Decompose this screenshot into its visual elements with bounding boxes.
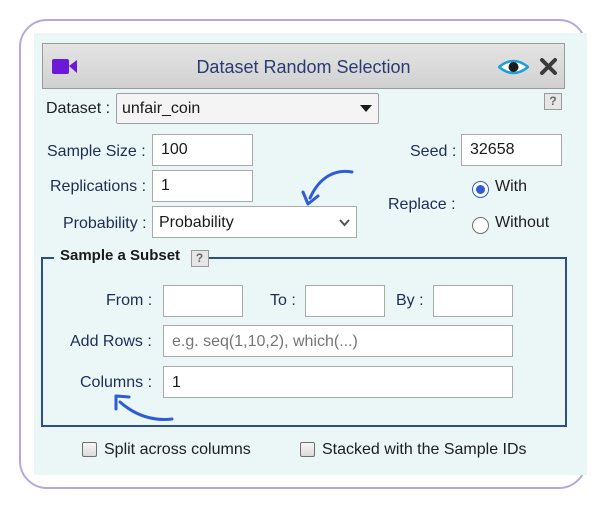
seed-label: Seed : <box>410 143 457 160</box>
by-label: By : <box>396 292 424 309</box>
probability-select[interactable]: Probability <box>152 206 357 238</box>
from-label: From : <box>106 292 153 309</box>
replications-input[interactable]: 1 <box>152 170 253 202</box>
add-rows-label: Add Rows : <box>70 333 152 350</box>
replications-label: Replications : <box>50 178 147 195</box>
replace-label: Replace : <box>388 196 456 213</box>
from-input[interactable] <box>163 285 243 317</box>
subset-legend-text: Sample a Subset <box>60 247 181 264</box>
stacked-ids-label: Stacked with the Sample IDs <box>322 441 527 458</box>
replace-without-label: Without <box>495 214 550 231</box>
seed-input[interactable]: 32658 <box>461 134 562 166</box>
replace-with-label: With <box>495 178 527 195</box>
dataset-value: unfair_coin <box>122 100 201 117</box>
by-input[interactable] <box>433 285 513 317</box>
help-icon[interactable]: ? <box>190 250 209 267</box>
dialog-title: Dataset Random Selection <box>196 57 411 77</box>
add-rows-input[interactable]: e.g. seq(1,10,2), which(...) <box>163 325 513 357</box>
dataset-select[interactable]: unfair_coin <box>116 93 379 124</box>
close-icon[interactable] <box>539 57 558 76</box>
dataset-label: Dataset : <box>46 100 111 117</box>
split-columns-checkbox[interactable] <box>82 442 97 457</box>
probability-label: Probability : <box>63 215 147 232</box>
annotation-arrow <box>114 394 174 421</box>
dialog-titlebar: Dataset Random Selection <box>42 43 565 89</box>
sample-size-label: Sample Size : <box>47 143 146 160</box>
replace-without-radio[interactable] <box>472 217 489 234</box>
split-columns-label: Split across columns <box>104 441 251 458</box>
to-label: To : <box>270 292 296 309</box>
chevron-down-icon <box>360 105 372 112</box>
probability-value: Probability <box>159 214 234 231</box>
replace-with-radio[interactable] <box>472 181 489 198</box>
subset-legend: Sample a Subset ? <box>54 247 209 267</box>
to-input[interactable] <box>305 285 385 317</box>
help-icon[interactable]: ? <box>544 93 562 110</box>
chevron-down-icon <box>339 219 350 227</box>
eye-icon[interactable] <box>498 58 529 76</box>
annotation-arrow <box>301 169 354 206</box>
sample-size-input[interactable]: 100 <box>152 134 253 166</box>
radio-selected-dot <box>476 185 485 194</box>
stacked-ids-checkbox[interactable] <box>300 442 315 457</box>
columns-input[interactable]: 1 <box>163 366 513 398</box>
